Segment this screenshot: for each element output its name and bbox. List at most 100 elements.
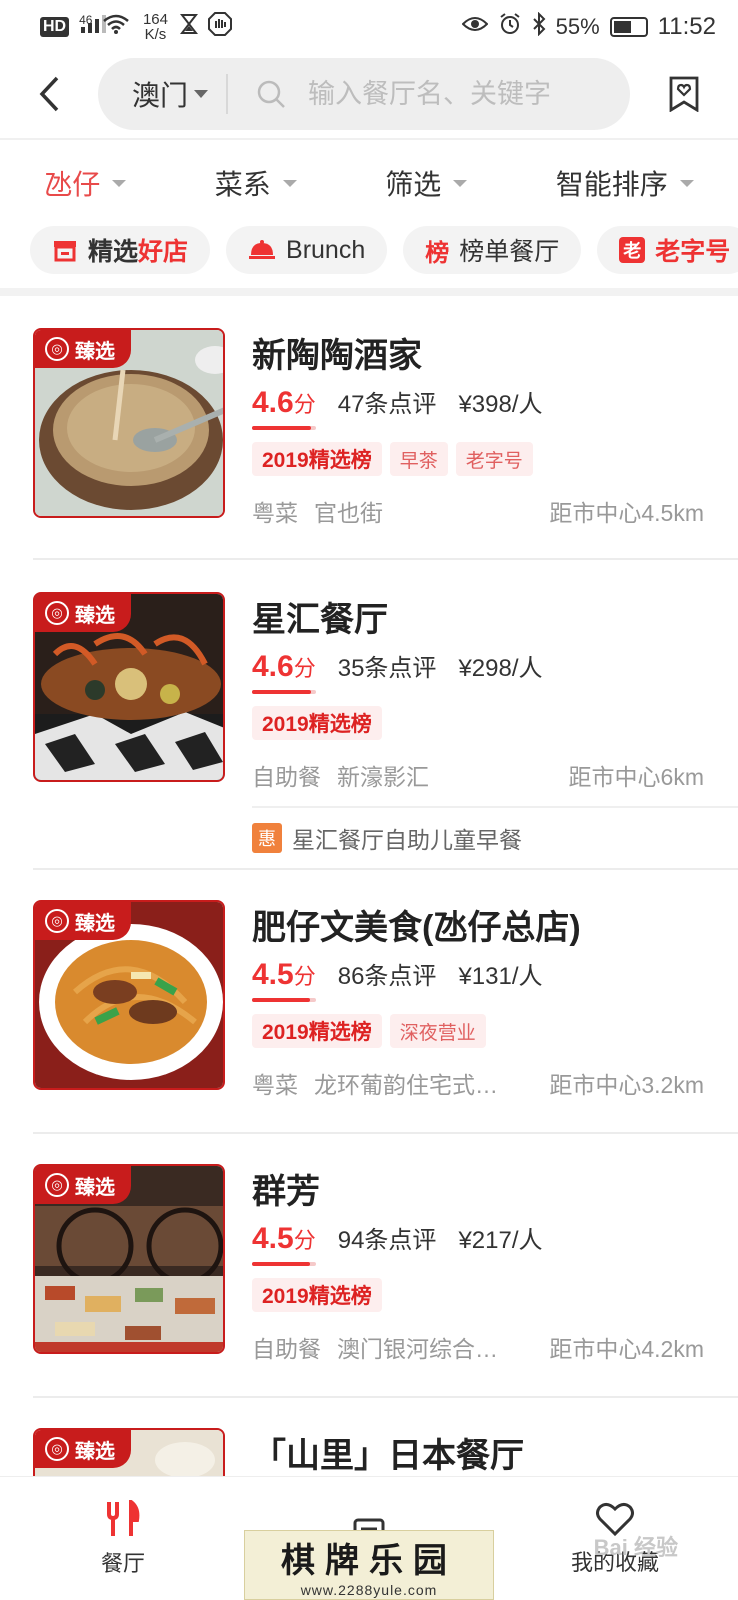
tag-ranking: 2019精选榜	[252, 1278, 382, 1312]
rating-value: 4.6	[252, 650, 294, 683]
restaurant-thumbnail: ◎ 臻选	[33, 1428, 225, 1476]
rating-row: 4.6分 47条点评 ¥398/人	[252, 384, 543, 430]
rating-unit: 分	[293, 392, 316, 417]
distance: 距市中心4.5km	[549, 500, 704, 526]
chip-featured-highlight: 好店	[138, 238, 189, 266]
battery-icon	[609, 17, 648, 37]
eye-icon	[461, 14, 489, 40]
tag-list: 2019精选榜 深夜营业	[252, 1014, 486, 1048]
meta-row: 粤菜 龙环葡韵住宅式… 距市中心3.2km	[252, 1066, 704, 1100]
network-gen-label: 46	[79, 13, 93, 27]
caret-down-icon	[282, 179, 297, 187]
rating-unit: 分	[293, 1228, 316, 1253]
distance: 距市中心3.2km	[549, 1072, 704, 1098]
promo-row[interactable]: 惠 星汇餐厅自助儿童早餐	[252, 810, 522, 866]
chip-brunch-label: Brunch	[286, 235, 366, 264]
curated-badge-label: 臻选	[75, 340, 115, 363]
tag-ranking: 2019精选榜	[252, 1014, 382, 1048]
back-button[interactable]	[0, 56, 98, 132]
watermark-title: 棋牌乐园	[281, 1540, 457, 1581]
curated-seal-icon: ◎	[45, 1173, 69, 1197]
curated-badge-label: 臻选	[75, 1440, 115, 1463]
filter-cuisine[interactable]: 菜系	[215, 163, 297, 203]
chip-ranking[interactable]: 榜 榜单餐厅	[403, 226, 582, 274]
rating-bar-fill	[252, 1262, 310, 1266]
filter-area-label: 氹仔	[44, 169, 101, 200]
clock: 11:52	[657, 13, 716, 40]
review-count: 86条点评	[337, 963, 437, 990]
tag-ranking: 2019精选榜	[252, 442, 382, 476]
filter-screen[interactable]: 筛选	[385, 163, 468, 203]
caret-down-icon	[679, 179, 694, 187]
rating-score: 4.6分	[252, 650, 316, 694]
search-input[interactable]	[308, 78, 609, 110]
area-name: 龙环葡韵住宅式…	[314, 1072, 498, 1098]
alarm-icon	[498, 12, 522, 42]
rating-unit: 分	[293, 656, 316, 681]
curated-badge: ◎ 臻选	[35, 330, 131, 368]
curated-badge: ◎ 臻选	[35, 1166, 131, 1204]
restaurant-name: 群芳	[252, 1173, 320, 1211]
promo-text: 星汇餐厅自助儿童早餐	[292, 827, 522, 853]
curated-badge-label: 臻选	[75, 912, 115, 935]
hourglass-icon	[180, 13, 199, 41]
header-divider	[0, 138, 738, 140]
filter-cuisine-label: 菜系	[214, 169, 271, 200]
cutlery-icon	[107, 1499, 140, 1536]
tag-feature: 早茶	[389, 442, 448, 476]
curated-seal-icon: ◎	[45, 337, 69, 361]
review-count: 94条点评	[337, 1227, 437, 1254]
rating-score: 4.5分	[252, 1222, 316, 1266]
tag-feature: 老字号	[455, 442, 533, 476]
old-brand-icon: 老	[619, 237, 646, 263]
meta-row: 自助餐 澳门银河综合… 距市中心4.2km	[252, 1330, 704, 1364]
filter-sort[interactable]: 智能排序	[556, 163, 694, 203]
caret-down-icon	[194, 90, 209, 98]
tag-list: 2019精选榜 早茶 老字号	[252, 442, 533, 476]
baidu-watermark: Bai 经验	[593, 1535, 678, 1560]
curated-seal-icon: ◎	[45, 909, 69, 933]
chip-ranking-label: 榜单餐厅	[459, 238, 560, 266]
chip-old-brand-label: 老字号	[655, 238, 731, 266]
rating-value: 4.6	[252, 386, 294, 419]
restaurant-thumbnail: ◎ 臻选	[33, 592, 225, 782]
area-name: 官也街	[314, 500, 383, 526]
distance: 距市中心6km	[568, 764, 704, 790]
curated-badge-label: 臻选	[75, 604, 115, 627]
nav-restaurants[interactable]: 餐厅	[0, 1477, 246, 1600]
city-label: 澳门	[132, 80, 189, 111]
restaurant-thumbnail: ◎ 臻选	[33, 900, 225, 1090]
rating-bar-fill	[252, 690, 311, 694]
curated-badge: ◎ 臻选	[35, 594, 131, 632]
promo-divider	[252, 806, 738, 808]
bookmark-heart-icon	[669, 76, 699, 112]
distance: 距市中心4.2km	[549, 1336, 704, 1362]
city-selector[interactable]: 澳门	[98, 74, 229, 114]
curated-badge-label: 臻选	[75, 1176, 115, 1199]
chip-brunch[interactable]: Brunch	[226, 226, 388, 274]
rating-bar-fill	[252, 998, 310, 1002]
hd-indicator: HD	[40, 17, 70, 37]
meta-row: 自助餐 新濠影汇 距市中心6km	[252, 758, 704, 792]
cloche-icon	[249, 240, 276, 259]
item-divider	[33, 868, 738, 870]
filter-bar: 氹仔 菜系 筛选 智能排序	[0, 150, 738, 216]
rating-value: 4.5	[252, 1222, 294, 1255]
area-name: 新濠影汇	[337, 764, 429, 790]
bookmark-button[interactable]	[630, 56, 738, 132]
review-count: 35条点评	[337, 655, 437, 682]
meta-row: 粤菜 官也街 距市中心4.5km	[252, 494, 704, 528]
section-gap	[0, 288, 738, 296]
item-divider	[33, 558, 738, 560]
area-name: 澳门银河综合…	[337, 1336, 498, 1362]
chip-old-brand[interactable]: 老 老字号	[597, 226, 738, 274]
chip-featured-shops[interactable]: 精选好店	[30, 226, 211, 274]
filter-area[interactable]: 氹仔	[44, 163, 127, 203]
net-speed: 164 K/s	[140, 12, 170, 42]
cuisine-type: 粤菜	[252, 1072, 298, 1098]
price-per-person: ¥398/人	[458, 391, 543, 418]
hand-icon	[208, 12, 233, 42]
curated-seal-icon: ◎	[45, 601, 69, 625]
rating-row: 4.5分 94条点评 ¥217/人	[252, 1220, 543, 1266]
review-count: 47条点评	[337, 391, 437, 418]
